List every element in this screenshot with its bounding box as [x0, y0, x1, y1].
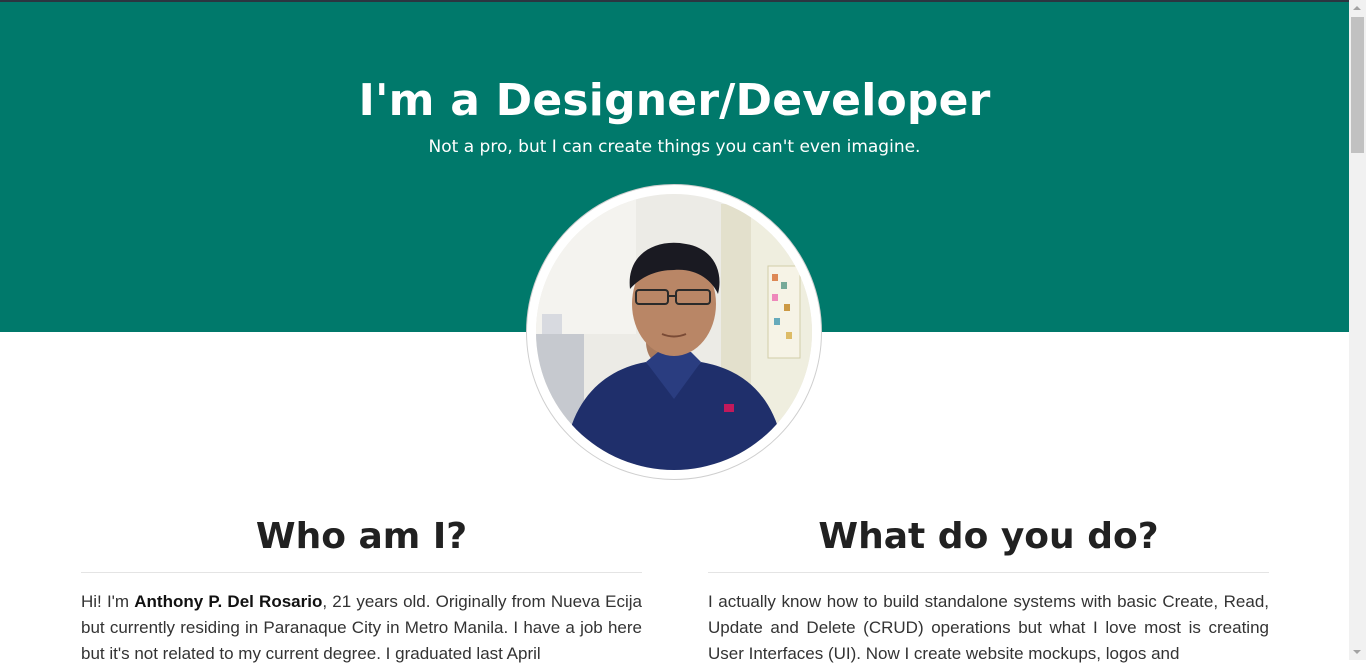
- scroll-down-icon[interactable]: [1353, 650, 1361, 654]
- about-section: Who am I? Hi! I'm Anthony P. Del Rosario…: [81, 512, 642, 667]
- about-text: Hi! I'm Anthony P. Del Rosario, 21 years…: [81, 589, 642, 667]
- work-section: What do you do? I actually know how to b…: [708, 512, 1269, 667]
- hero-subtitle: Not a pro, but I can create things you c…: [428, 137, 921, 157]
- work-heading: What do you do?: [818, 516, 1159, 557]
- about-heading: Who am I?: [255, 516, 468, 557]
- work-divider: [708, 572, 1269, 573]
- work-text: I actually know how to build standalone …: [708, 592, 1269, 663]
- about-divider: [81, 572, 642, 573]
- about-intro: Hi! I'm: [81, 592, 135, 611]
- scroll-up-icon[interactable]: [1353, 6, 1361, 10]
- about-name: Anthony P. Del Rosario: [134, 592, 323, 611]
- profile-photo-image: [536, 194, 812, 470]
- hero-title: I'm a Designer/Developer: [358, 75, 991, 126]
- vertical-scrollbar[interactable]: [1349, 0, 1366, 660]
- profile-photo: [536, 194, 812, 470]
- scrollbar-thumb[interactable]: [1351, 17, 1364, 153]
